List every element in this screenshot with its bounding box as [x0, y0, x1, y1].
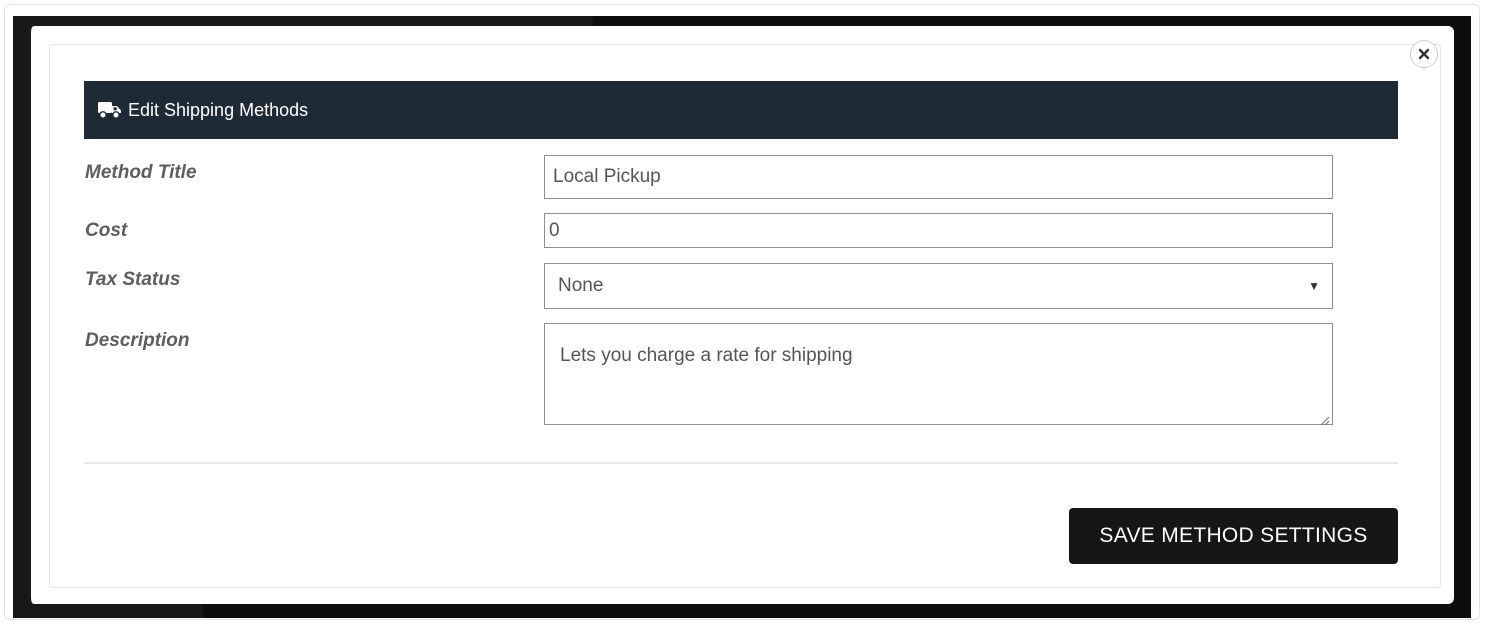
- tax-status-select[interactable]: None ▼: [544, 263, 1333, 309]
- cost-input[interactable]: 0: [544, 213, 1333, 248]
- description-label: Description: [85, 330, 190, 351]
- close-button[interactable]: [1410, 40, 1438, 68]
- cost-value: 0: [549, 219, 560, 241]
- modal-header: Edit Shipping Methods: [84, 81, 1398, 139]
- modal-title: Edit Shipping Methods: [128, 99, 309, 120]
- method-title-input[interactable]: Local Pickup: [544, 155, 1333, 199]
- tax-status-label: Tax Status: [85, 269, 181, 290]
- method-title-label: Method Title: [85, 162, 197, 183]
- chevron-down-icon: ▼: [1308, 279, 1320, 293]
- save-method-settings-button[interactable]: SAVE METHOD SETTINGS: [1069, 508, 1398, 564]
- resize-grip-icon[interactable]: [1318, 410, 1330, 426]
- method-title-value: Local Pickup: [553, 166, 661, 187]
- tax-status-value: None: [558, 275, 604, 296]
- form-divider: [84, 462, 1398, 464]
- description-textarea[interactable]: Lets you charge a rate for shipping: [544, 323, 1333, 426]
- description-value: Lets you charge a rate for shipping: [560, 345, 853, 366]
- close-icon: [1418, 48, 1430, 60]
- truck-icon: [98, 101, 122, 119]
- cost-label: Cost: [85, 220, 128, 241]
